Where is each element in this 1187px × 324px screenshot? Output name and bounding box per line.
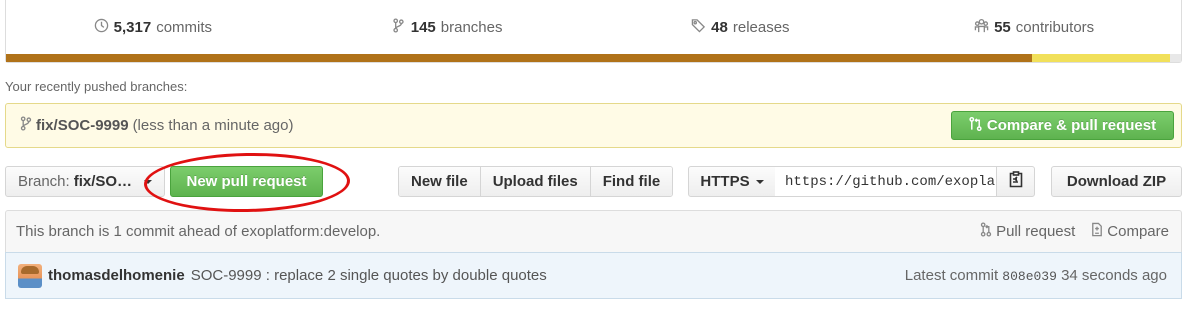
branch-status-bar: This branch is 1 commit ahead of exoplat… [5, 210, 1182, 252]
commit-sha-link[interactable]: 808e039 [1002, 269, 1057, 284]
commit-message-link[interactable]: SOC-9999 : replace 2 single quotes by do… [191, 267, 905, 284]
releases-link[interactable]: 48 releases [594, 18, 888, 37]
dropdown-caret-icon [755, 179, 764, 184]
pull-request-link[interactable]: Pull request [980, 222, 1075, 241]
compare-link[interactable]: Compare [1091, 222, 1169, 241]
upload-files-button[interactable]: Upload files [480, 167, 591, 196]
repo-summary-bar: 5,317 commits 145 branches 48 releases 5… [5, 0, 1182, 63]
recent-branch-time: (less than a minute ago) [132, 117, 294, 134]
new-file-button[interactable]: New file [399, 167, 481, 196]
branch-ahead-text: This branch is 1 commit ahead of exoplat… [16, 223, 381, 240]
recent-branch-name[interactable]: fix/SOC-9999 [36, 117, 129, 134]
clone-protocol-select[interactable]: HTTPS [688, 166, 776, 197]
compare-pull-request-button[interactable]: Compare & pull request [951, 111, 1174, 140]
tag-icon [691, 18, 706, 37]
history-icon [94, 18, 109, 37]
branch-select-button[interactable]: Branch: fix/SO… [5, 166, 165, 197]
recent-branches-label: Your recently pushed branches: [5, 79, 188, 94]
clone-url-input[interactable]: https://github.com/exoplatform/social.gi… [775, 166, 997, 197]
commits-count: 5,317 [113, 18, 152, 36]
branches-count: 145 [410, 18, 436, 36]
avatar[interactable] [18, 263, 42, 288]
clippy-icon [1009, 171, 1023, 192]
releases-count: 48 [711, 18, 728, 36]
file-navigation-group: New file Upload files Find file [398, 166, 674, 197]
branch-icon [391, 17, 406, 37]
language-bar-segment[interactable] [6, 54, 1032, 62]
branch-icon [20, 116, 32, 135]
branch-select-value: fix/SO… [73, 173, 133, 190]
language-bar-segment[interactable] [1031, 54, 1171, 62]
language-bar-segment[interactable] [1170, 54, 1181, 62]
organization-icon [974, 18, 989, 37]
contributors-link[interactable]: 55 contributors [887, 18, 1181, 37]
commit-author-link[interactable]: thomasdelhomenie [48, 267, 185, 284]
commits-label: commits [156, 18, 213, 36]
contributors-label: contributors [1015, 18, 1095, 36]
diff-icon [1091, 222, 1103, 241]
contributors-count: 55 [994, 18, 1011, 36]
git-compare-icon [969, 116, 982, 136]
latest-commit-bar: thomasdelhomenie SOC-9999 : replace 2 si… [5, 252, 1182, 299]
copy-url-button[interactable] [996, 166, 1035, 197]
branches-link[interactable]: 145 branches [300, 17, 594, 37]
commits-link[interactable]: 5,317 commits [6, 18, 300, 37]
language-bar[interactable] [6, 54, 1181, 62]
dropdown-caret-icon [144, 179, 153, 184]
latest-commit-meta: Latest commit 808e039 34 seconds ago [904, 267, 1167, 284]
new-pull-request-button[interactable]: New pull request [170, 166, 323, 197]
releases-label: releases [732, 18, 790, 36]
find-file-button[interactable]: Find file [590, 167, 673, 196]
branches-label: branches [440, 18, 503, 36]
git-pull-request-icon [980, 222, 992, 241]
commit-time: 34 seconds ago [1061, 267, 1167, 284]
download-zip-button[interactable]: Download ZIP [1051, 166, 1182, 197]
